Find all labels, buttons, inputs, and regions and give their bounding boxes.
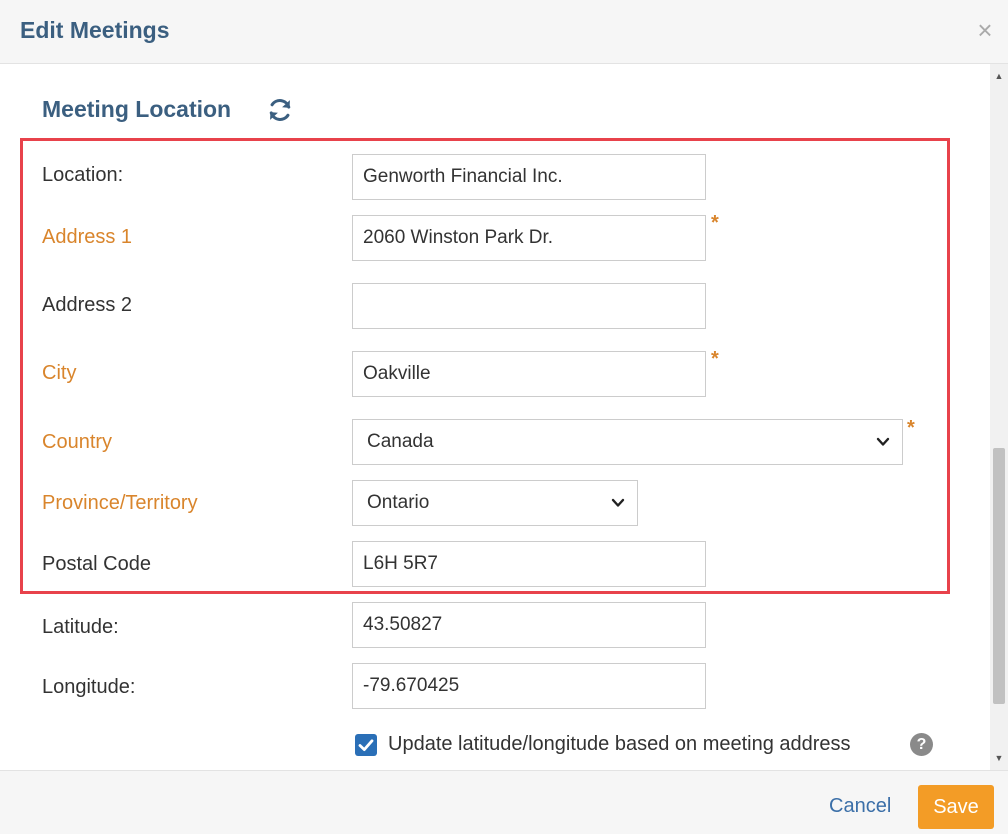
dialog-body: Meeting Location Location: Address 1 * A…	[0, 64, 1008, 770]
address1-input[interactable]	[352, 215, 706, 261]
address1-label: Address 1	[42, 226, 133, 248]
country-selected-value: Canada	[367, 431, 434, 452]
city-required-marker: *	[711, 348, 719, 370]
address2-input[interactable]	[352, 283, 706, 329]
dialog-title: Edit Meetings	[20, 17, 170, 43]
edit-meetings-dialog: Edit Meetings × Meeting Location Locatio…	[0, 0, 1008, 834]
help-icon[interactable]: ?	[910, 733, 933, 756]
chevron-down-icon	[611, 498, 625, 507]
country-required-marker: *	[907, 417, 915, 439]
chevron-down-icon	[876, 437, 890, 446]
province-label: Province/Territory	[42, 492, 198, 514]
checkmark-icon	[358, 739, 374, 751]
longitude-label: Longitude:	[42, 676, 136, 698]
city-label: City	[42, 362, 77, 384]
cancel-button[interactable]: Cancel	[829, 795, 891, 818]
refresh-icon[interactable]	[266, 96, 294, 124]
country-label: Country	[42, 431, 113, 453]
dialog-footer: Cancel Save	[0, 770, 1008, 834]
scroll-down-icon[interactable]: ▼	[990, 750, 1008, 766]
scroll-thumb[interactable]	[993, 448, 1005, 704]
city-input[interactable]	[352, 351, 706, 397]
latitude-label: Latitude:	[42, 616, 119, 638]
scrollbar[interactable]: ▲ ▼	[990, 64, 1008, 770]
postal-code-input[interactable]	[352, 541, 706, 587]
location-label: Location:	[42, 164, 124, 186]
province-selected-value: Ontario	[367, 492, 430, 513]
address2-label: Address 2	[42, 294, 133, 316]
close-icon[interactable]: ×	[972, 17, 998, 43]
country-select[interactable]: Canada	[352, 419, 903, 465]
address1-required-marker: *	[711, 212, 719, 234]
update-latlng-label: Update latitude/longitude based on meeti…	[388, 733, 851, 755]
latitude-input[interactable]	[352, 602, 706, 648]
dialog-header: Edit Meetings ×	[0, 0, 1008, 64]
save-button[interactable]: Save	[918, 785, 994, 829]
scroll-up-icon[interactable]: ▲	[990, 68, 1008, 84]
province-select[interactable]: Ontario	[352, 480, 638, 526]
longitude-input[interactable]	[352, 663, 706, 709]
location-input[interactable]	[352, 154, 706, 200]
update-latlng-checkbox[interactable]	[355, 734, 377, 756]
postal-code-label: Postal Code	[42, 553, 151, 575]
section-title: Meeting Location	[42, 96, 232, 122]
